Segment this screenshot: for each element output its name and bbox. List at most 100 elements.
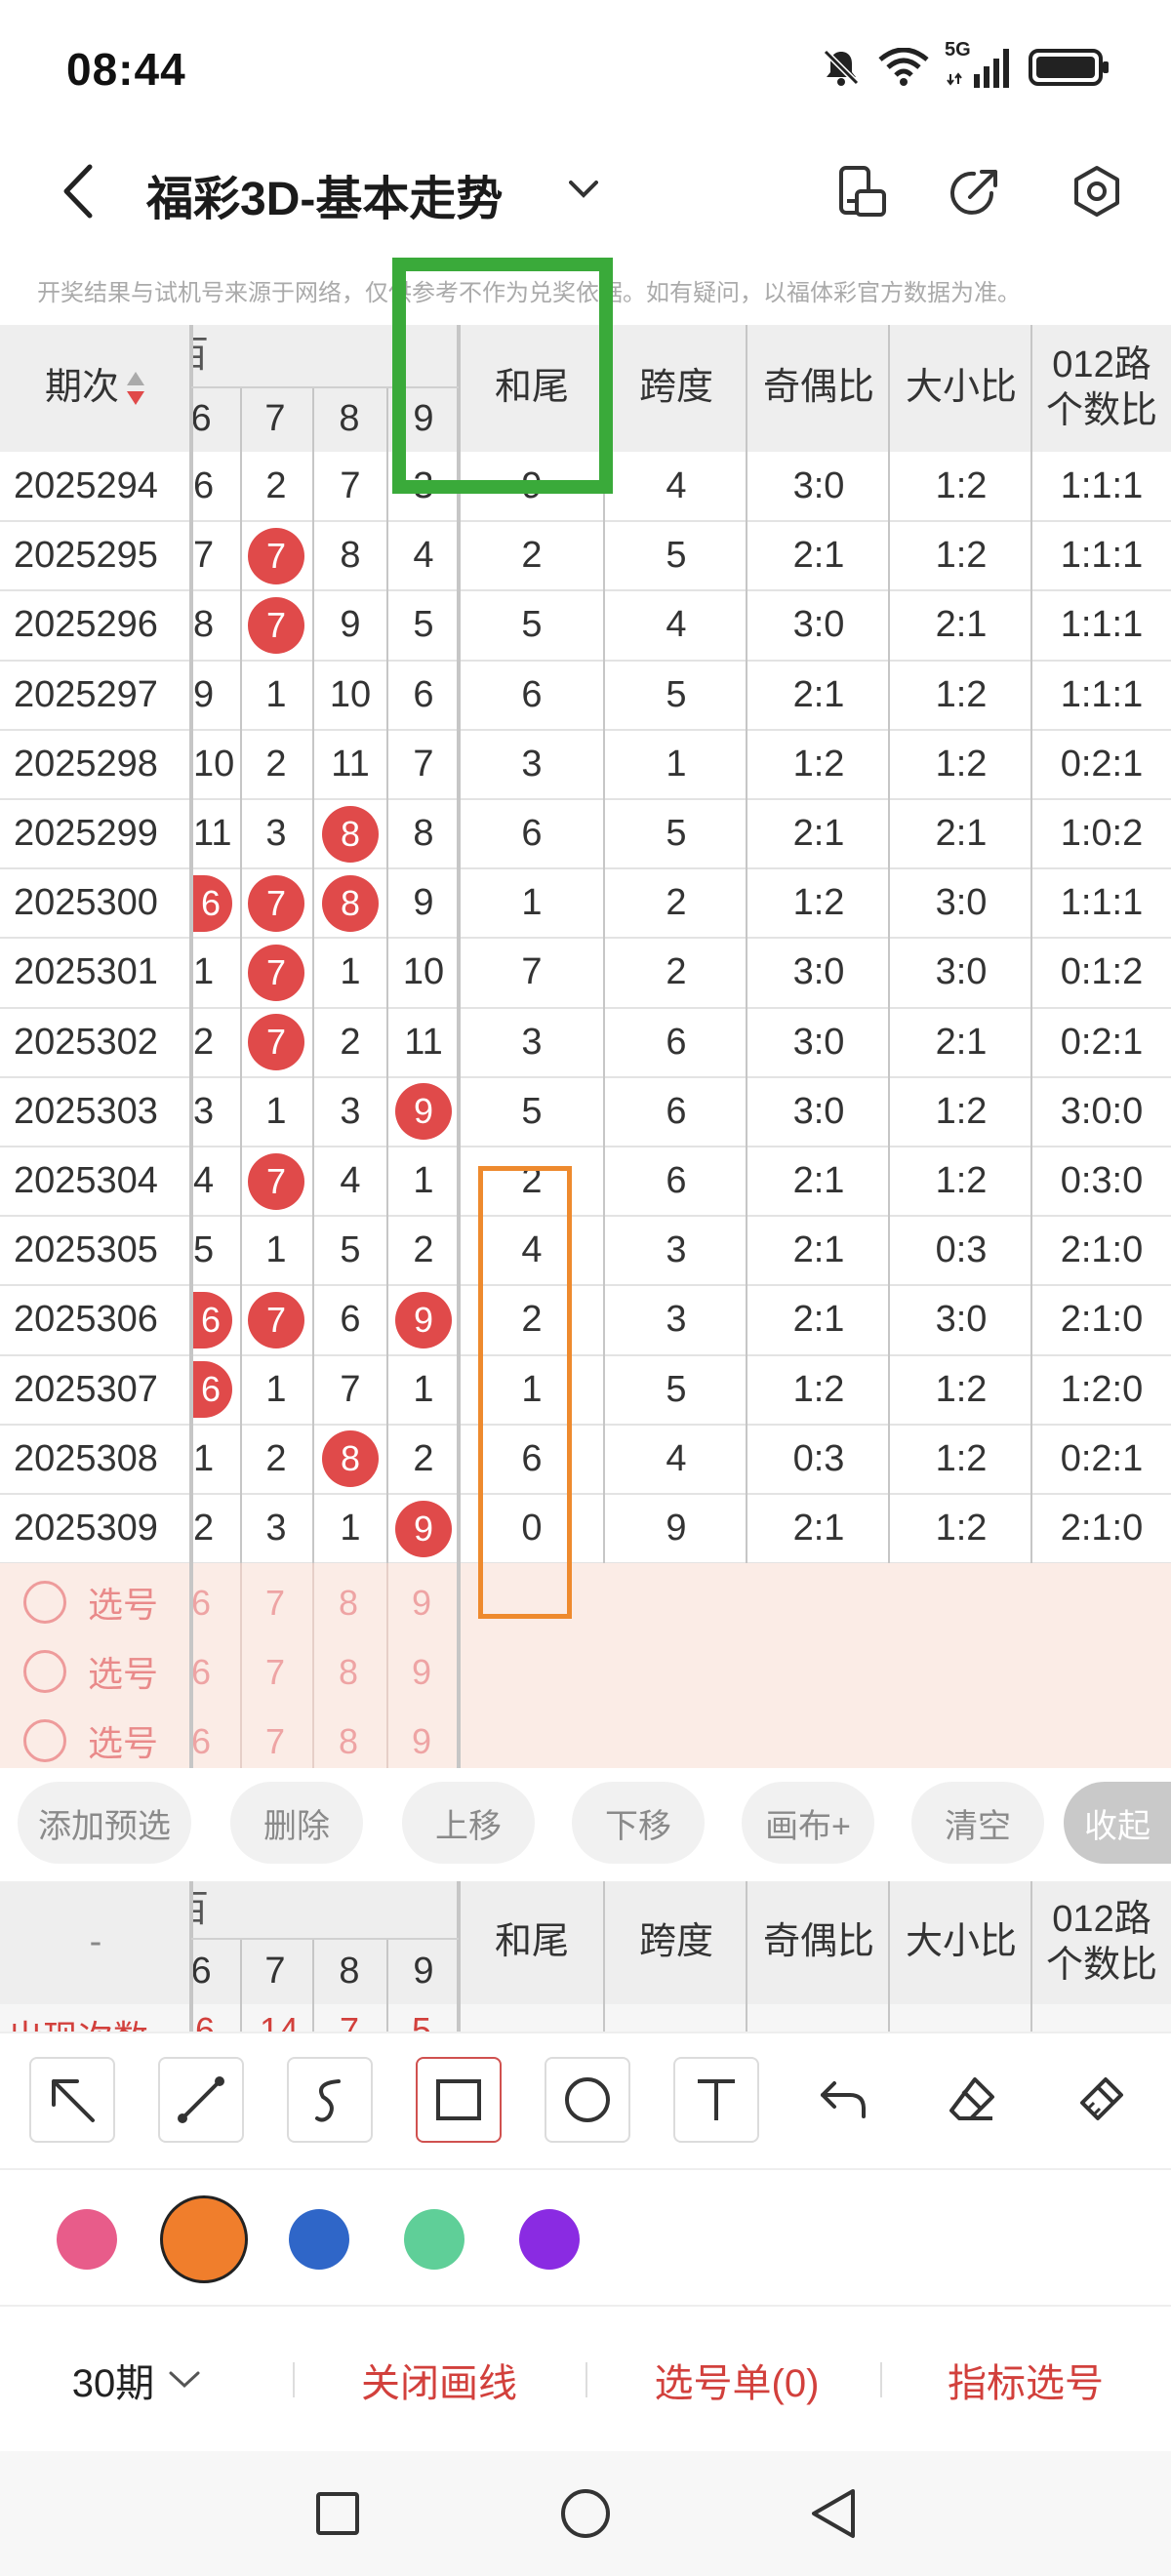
road-cell: 3:0:0 [1060,1090,1144,1132]
clear-button[interactable]: 清空 [911,1782,1044,1864]
odd-even-cell: 1:2 [792,1368,845,1410]
sum-tail-cell: 1 [521,1368,543,1410]
pick-row-select[interactable]: 选号 [23,1573,158,1631]
sum-tail-cell: 0 [521,1508,543,1550]
share-button[interactable] [945,160,1007,222]
pick-digit[interactable]: 9 [392,1721,451,1762]
pick-digit[interactable]: 7 [246,1652,304,1693]
pick-digit[interactable]: 8 [319,1721,378,1762]
span-header[interactable]: 跨度 [605,325,747,452]
arrow-tool-button[interactable] [29,2057,115,2143]
text-tool-icon [698,2079,735,2120]
span-cell: 5 [666,535,687,577]
issue-cell: 2025299 [14,813,158,855]
pick-digit[interactable]: 8 [319,1583,378,1624]
home-button[interactable] [554,2482,617,2545]
color-swatch-pink[interactable] [57,2209,117,2270]
big-small-cell: 3:0 [935,882,988,924]
issue-cell: 2025307 [14,1368,158,1410]
text-tool-button[interactable] [673,2057,759,2143]
issue-cell: 2025302 [14,1021,158,1063]
hit-ball: 7 [248,1291,304,1348]
pick-digit[interactable]: 6 [191,1583,221,1624]
digit-cell-8: 7 [340,465,361,507]
road-cell: 0:2:1 [1060,1437,1144,1479]
back-nav-button[interactable] [802,2482,865,2545]
sum-tail-cell: 6 [521,813,543,855]
indicator-pick-button[interactable]: 指标选号 [898,2307,1153,2453]
close-lines-button[interactable]: 关闭画线 [312,2307,566,2453]
add-preselect-button[interactable]: 添加预选 [18,1782,191,1864]
move-up-button[interactable]: 上移 [402,1782,535,1864]
road-cell: 1:0:2 [1060,813,1144,855]
odd-even-cell: 2:1 [792,1160,845,1202]
pick-row-select[interactable]: 选号 [23,1711,158,1770]
digit-cell-7: 1 [265,673,287,715]
circle-icon [561,2489,610,2538]
footer-road-header: 012路 个数比 [1045,1898,1157,1987]
color-swatch-orange[interactable] [160,2195,248,2283]
canvas-add-button[interactable]: 画布+ [742,1782,874,1864]
big-small-cell: 2:1 [935,1021,988,1063]
digit-cell-6: 2 [193,1508,215,1550]
clear-drawing-button[interactable] [1058,2057,1144,2143]
road-cell: 1:1:1 [1060,465,1144,507]
eraser-button[interactable] [929,2057,1015,2143]
hit-ball: 7 [248,527,304,584]
circle-tool-icon [565,2077,610,2122]
digit-cell-9: 6 [413,673,434,715]
big-small-cell: 1:2 [935,465,988,507]
pick-row-select[interactable]: 选号 [23,1642,158,1701]
odd-even-header[interactable]: 奇偶比 [747,325,890,452]
title-dropdown-button[interactable] [562,168,605,211]
circle-tool-button[interactable] [545,2057,630,2143]
stats-label: 出现次数 [8,2010,148,2032]
line-tool-button[interactable] [158,2057,244,2143]
issue-header[interactable]: 期次 [0,325,191,452]
footer-span-header: 跨度 [638,1921,713,1963]
digit-cell-8: 4 [340,1160,361,1202]
freehand-tool-icon [315,2079,341,2122]
pick-digit[interactable]: 7 [246,1721,304,1762]
pick-digit[interactable]: 6 [191,1652,221,1693]
road-012-header[interactable]: 012路 个数比 [1032,325,1171,452]
odd-even-cell: 0:3 [792,1437,845,1479]
collapse-button[interactable]: 收起 [1064,1782,1171,1864]
sum-tail-cell: 2 [521,535,543,577]
digit-cell-6: 4 [193,1160,215,1202]
pick-digit[interactable]: 8 [319,1652,378,1693]
color-swatch-blue[interactable] [289,2209,349,2270]
big-small-cell: 1:2 [935,1090,988,1132]
color-swatch-green[interactable] [404,2209,464,2270]
color-swatch-purple[interactable] [519,2209,580,2270]
settings-button[interactable] [1066,160,1128,222]
footer-odd-even-header: 奇偶比 [762,1921,874,1963]
move-down-button[interactable]: 下移 [572,1782,705,1864]
digit-cell-8: 10 [329,673,372,715]
recents-button[interactable] [306,2482,369,2545]
eraser-icon [949,2077,994,2120]
delete-button[interactable]: 删除 [230,1782,363,1864]
pick-digit[interactable]: 9 [392,1652,451,1693]
period-selector[interactable]: 30期 [39,2307,234,2453]
hit-ball: 9 [395,1500,452,1557]
pick-digit[interactable]: 7 [246,1583,304,1624]
pick-digit[interactable]: 9 [392,1583,451,1624]
pick-list-button[interactable]: 选号单(0) [605,2307,868,2453]
digit-cell-9: 9 [388,1077,459,1147]
freehand-tool-button[interactable] [287,2057,373,2143]
digit-cell-7: 1 [265,1368,287,1410]
odd-even-cell: 2:1 [792,535,845,577]
big-small-cell: 1:2 [935,673,988,715]
sum-tail-cell: 9 [521,465,543,507]
rotate-screen-button[interactable] [831,160,894,222]
big-small-cell: 2:1 [935,813,988,855]
big-small-header[interactable]: 大小比 [890,325,1032,452]
pick-digit[interactable]: 6 [191,1721,221,1762]
rectangle-tool-button[interactable] [416,2057,502,2143]
clear-brush-icon [1080,2077,1123,2120]
undo-button[interactable] [800,2057,886,2143]
page-title[interactable]: 福彩3D-基本走势 [146,160,503,228]
back-button[interactable] [49,154,107,228]
sum-tail-header[interactable]: 和尾 [461,325,603,452]
